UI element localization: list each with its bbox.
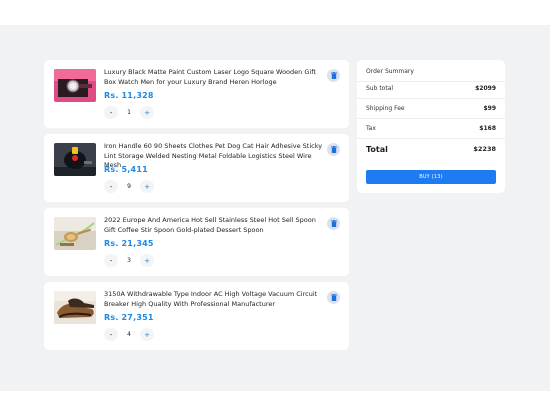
shipping-value: $99 bbox=[483, 104, 496, 112]
gold-spoon-image bbox=[54, 217, 96, 250]
divider bbox=[357, 138, 505, 139]
shipping-row: Shipping Fee $99 bbox=[366, 102, 496, 114]
trash-icon bbox=[330, 294, 337, 301]
item-title: 2022 Europe And America Hot Sell Stainle… bbox=[104, 216, 316, 234]
delete-item-button[interactable] bbox=[327, 291, 340, 304]
increase-quantity-button[interactable]: + bbox=[140, 106, 154, 119]
decrease-quantity-button[interactable]: - bbox=[104, 254, 118, 267]
order-summary-panel: Order Summary Sub total $2099 Shipping F… bbox=[357, 60, 505, 193]
quantity-value[interactable]: 1 bbox=[119, 106, 139, 119]
shoes-image bbox=[54, 291, 96, 324]
delete-item-button[interactable] bbox=[327, 217, 340, 230]
quantity-value[interactable]: 3 bbox=[119, 254, 139, 267]
item-price: Rs. 27,351 bbox=[104, 313, 154, 322]
tax-row: Tax $168 bbox=[366, 122, 496, 134]
shipping-label: Shipping Fee bbox=[366, 104, 405, 112]
total-label: Total bbox=[366, 144, 388, 154]
delete-item-button[interactable] bbox=[327, 69, 340, 82]
buy-button[interactable]: BUY (13) bbox=[366, 170, 496, 184]
quantity-stepper: - 4 + bbox=[104, 328, 154, 341]
order-summary-title: Order Summary bbox=[366, 68, 414, 75]
quantity-value[interactable]: 9 bbox=[119, 180, 139, 193]
watch-gift-box-image bbox=[54, 69, 96, 102]
item-title: 3150A Withdrawable Type Indoor AC High V… bbox=[104, 290, 318, 308]
increase-quantity-button[interactable]: + bbox=[140, 180, 154, 193]
quantity-stepper: - 9 + bbox=[104, 180, 154, 193]
subtotal-row: Sub total $2099 bbox=[366, 82, 496, 94]
quantity-stepper: - 1 + bbox=[104, 106, 154, 119]
item-price: Rs. 11,328 bbox=[104, 91, 154, 100]
trash-icon bbox=[330, 146, 337, 153]
lint-roller-image bbox=[54, 143, 96, 176]
decrease-quantity-button[interactable]: - bbox=[104, 328, 118, 341]
total-value: $2238 bbox=[473, 145, 496, 153]
decrease-quantity-button[interactable]: - bbox=[104, 106, 118, 119]
item-price: Rs. 5,411 bbox=[104, 165, 148, 174]
quantity-value[interactable]: 4 bbox=[119, 328, 139, 341]
cart-item: Luxury Black Matte Paint Custom Laser Lo… bbox=[44, 60, 349, 128]
trash-icon bbox=[330, 220, 337, 227]
cart-item: 2022 Europe And America Hot Sell Stainle… bbox=[44, 208, 349, 276]
subtotal-label: Sub total bbox=[366, 84, 394, 92]
cart-item: Iron Handle 60 90 Sheets Clothes Pet Dog… bbox=[44, 134, 349, 202]
decrease-quantity-button[interactable]: - bbox=[104, 180, 118, 193]
tax-label: Tax bbox=[366, 124, 376, 132]
quantity-stepper: - 3 + bbox=[104, 254, 154, 267]
delete-item-button[interactable] bbox=[327, 143, 340, 156]
divider bbox=[357, 118, 505, 119]
subtotal-value: $2099 bbox=[475, 84, 496, 92]
cart-item: 3150A Withdrawable Type Indoor AC High V… bbox=[44, 282, 349, 350]
total-row: Total $2238 bbox=[366, 143, 496, 155]
divider bbox=[357, 98, 505, 99]
tax-value: $168 bbox=[479, 124, 496, 132]
item-title: Luxury Black Matte Paint Custom Laser Lo… bbox=[104, 68, 316, 86]
increase-quantity-button[interactable]: + bbox=[140, 254, 154, 267]
item-price: Rs. 21,345 bbox=[104, 239, 154, 248]
increase-quantity-button[interactable]: + bbox=[140, 328, 154, 341]
trash-icon bbox=[330, 72, 337, 79]
